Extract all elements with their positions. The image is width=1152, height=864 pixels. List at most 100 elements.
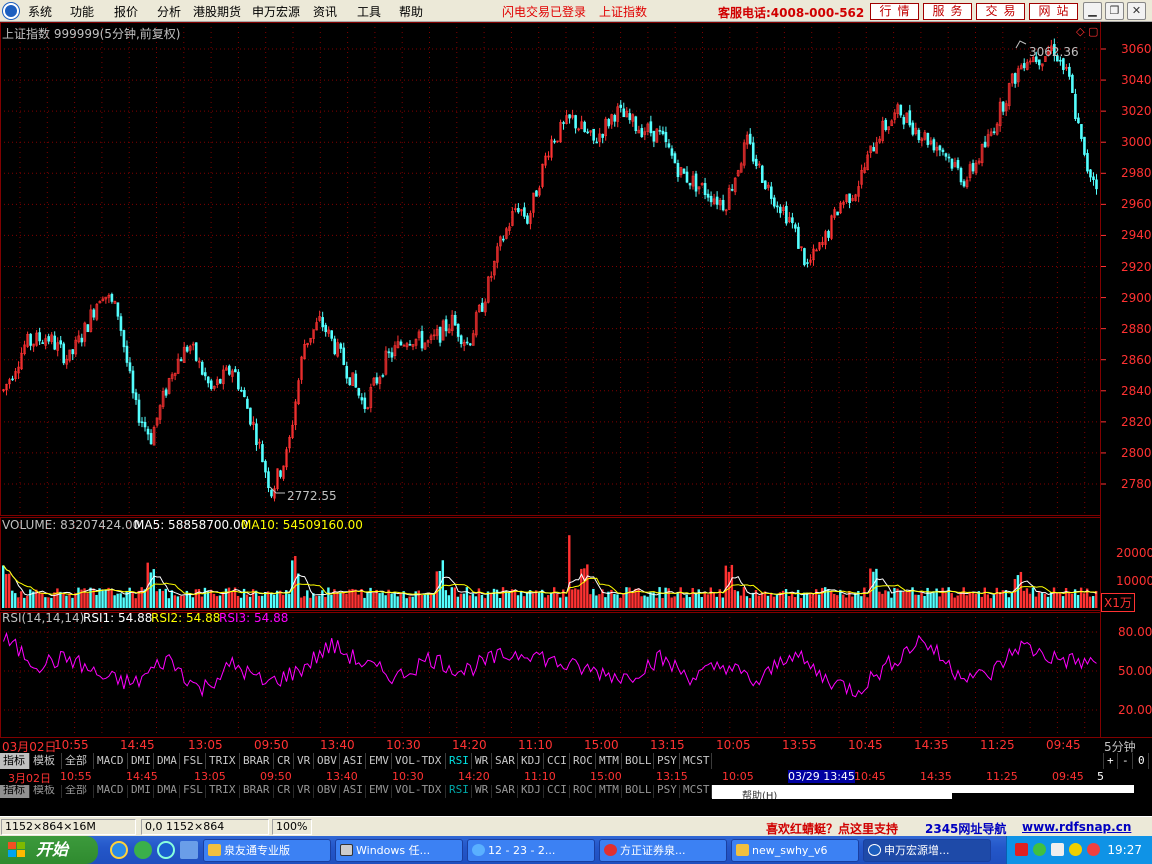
tab-roc[interactable]: ROC [570,753,596,769]
tab-brar[interactable]: BRAR [240,753,274,769]
restore-icon[interactable]: ❐ [1105,2,1124,20]
ghost-tab-boll[interactable]: BOLL [622,785,654,798]
site-link[interactable]: www.rdfsnap.cn [1022,820,1131,834]
tab-boll[interactable]: BOLL [622,753,654,769]
tab-vol-tdx[interactable]: VOL-TDX [392,753,446,769]
tab-mcst[interactable]: MCST [680,753,712,769]
menu-system[interactable]: 系统 [28,3,52,20]
volume-bar [793,597,797,608]
ghost-tab-obv[interactable]: OBV [314,785,340,798]
task-calendar[interactable]: 12 - 23 - 2... [467,839,595,862]
task-new-swhy-folder[interactable]: new_swhy_v6 [731,839,859,862]
ghost-tab-kdj[interactable]: KDJ [518,785,544,798]
ghost-tab-dma[interactable]: DMA [154,785,180,798]
green-browser-icon[interactable] [157,841,175,859]
tab-dmi[interactable]: DMI [128,753,154,769]
tab-sar[interactable]: SAR [492,753,518,769]
task-swhy-app[interactable]: 申万宏源增... [863,839,991,862]
chart-canvas[interactable] [0,22,1152,770]
menu-help[interactable]: 帮助 [399,3,423,20]
start-button[interactable]: 开始 [0,836,98,864]
zoom-reset-button[interactable]: 0 [1135,753,1149,769]
ghost-tab-cr[interactable]: CR [274,785,294,798]
volume-bar [830,591,833,608]
menu-news[interactable]: 资讯 [313,3,337,20]
ghost-tab-asi[interactable]: ASI [340,785,366,798]
task-quanyoutong[interactable]: 泉友通专业版 [203,839,331,862]
zoom-out-button[interactable]: - [1119,753,1133,769]
show-desktop-icon[interactable] [180,841,198,859]
tab-fsl[interactable]: FSL [180,753,206,769]
tab-全部[interactable]: 全部 [62,753,94,769]
menu-swhy[interactable]: 申万宏源 [252,3,300,20]
menu-quotes[interactable]: 报价 [114,3,138,20]
tab-psy[interactable]: PSY [654,753,680,769]
tray-green-icon[interactable] [1033,843,1046,856]
ghost-tab-vr[interactable]: VR [294,785,314,798]
ghost-tab-mtm[interactable]: MTM [596,785,622,798]
zoom-in-button[interactable]: + [1103,753,1118,769]
tab-trix[interactable]: TRIX [206,753,240,769]
tab-emv[interactable]: EMV [366,753,392,769]
trade-login-status[interactable]: 闪电交易已登录 [502,3,586,20]
ghost-tab-模板[interactable]: 模板 [30,785,62,798]
tray-red-icon[interactable] [1015,843,1028,856]
menu-function[interactable]: 功能 [70,3,94,20]
tab-kdj[interactable]: KDJ [518,753,544,769]
ie-icon[interactable] [110,841,128,859]
ghost-tab-全部[interactable]: 全部 [62,785,94,798]
menu-hk-futures[interactable]: 港股期货 [193,3,241,20]
ghost-tab-rsi[interactable]: RSI [446,785,472,798]
ghost-tab-vol-tdx[interactable]: VOL-TDX [392,785,446,798]
ghost-tab-mcst[interactable]: MCST [680,785,712,798]
ghost-tab-wr[interactable]: WR [472,785,492,798]
tab-macd[interactable]: MACD [94,753,128,769]
ghost-tab-psy[interactable]: PSY [654,785,680,798]
promo-link[interactable]: 喜欢红蜻蜓？点这里支持 [766,820,898,837]
candle-body [944,153,948,157]
ghost-tab-fsl[interactable]: FSL [180,785,206,798]
chart-area[interactable]: 上证指数 999999(5分钟,前复权) ◇ ▢ 3062.36 2772.55… [0,22,1152,770]
tab-模板[interactable]: 模板 [30,753,62,769]
ghost-tab-macd[interactable]: MACD [94,785,128,798]
ghost-tab-dmi[interactable]: DMI [128,785,154,798]
candle-body [29,333,32,346]
tab-指标[interactable]: 指标 [0,753,30,769]
tab-obv[interactable]: OBV [314,753,340,769]
tab-dma[interactable]: DMA [154,753,180,769]
menu-analysis[interactable]: 分析 [157,3,181,20]
chart-tool-icons[interactable]: ◇ ▢ [1076,25,1098,38]
tab-cci[interactable]: CCI [544,753,570,769]
volume-bar [817,594,821,608]
ghost-tab-sar[interactable]: SAR [492,785,518,798]
browser-icon[interactable] [134,841,152,859]
ghost-time-label: 11:10 [524,770,556,783]
tray-volume-icon[interactable] [1087,843,1100,856]
service-button[interactable]: 服务 [923,3,972,20]
minimize-icon[interactable]: ▁ [1083,2,1102,20]
tab-cr[interactable]: CR [274,753,294,769]
quotes-button[interactable]: 行情 [870,3,919,20]
volume-bar [324,596,327,608]
close-icon[interactable]: ✕ [1127,2,1146,20]
tab-mtm[interactable]: MTM [596,753,622,769]
ghost-tab-trix[interactable]: TRIX [206,785,240,798]
tab-asi[interactable]: ASI [340,753,366,769]
menu-tools[interactable]: 工具 [357,3,381,20]
ghost-tab-roc[interactable]: ROC [570,785,596,798]
ghost-tab-指标[interactable]: 指标 [0,785,30,798]
tray-shield-icon[interactable] [1051,843,1064,856]
trade-button[interactable]: 交易 [976,3,1025,20]
tab-vr[interactable]: VR [294,753,314,769]
ghost-tab-cci[interactable]: CCI [544,785,570,798]
task-windows-taskmgr[interactable]: Windows 任... [335,839,463,862]
ghost-tab-emv[interactable]: EMV [366,785,392,798]
tab-wr[interactable]: WR [472,753,492,769]
tray-yellow-icon[interactable] [1069,843,1082,856]
nav-link[interactable]: 2345网址导航 [925,820,1006,837]
task-founder-securities[interactable]: 方正证券泉... [599,839,727,862]
ghost-tab-brar[interactable]: BRAR [240,785,274,798]
tab-rsi[interactable]: RSI [446,753,472,769]
website-button[interactable]: 网站 [1029,3,1078,20]
app-logo-icon[interactable] [3,3,19,19]
